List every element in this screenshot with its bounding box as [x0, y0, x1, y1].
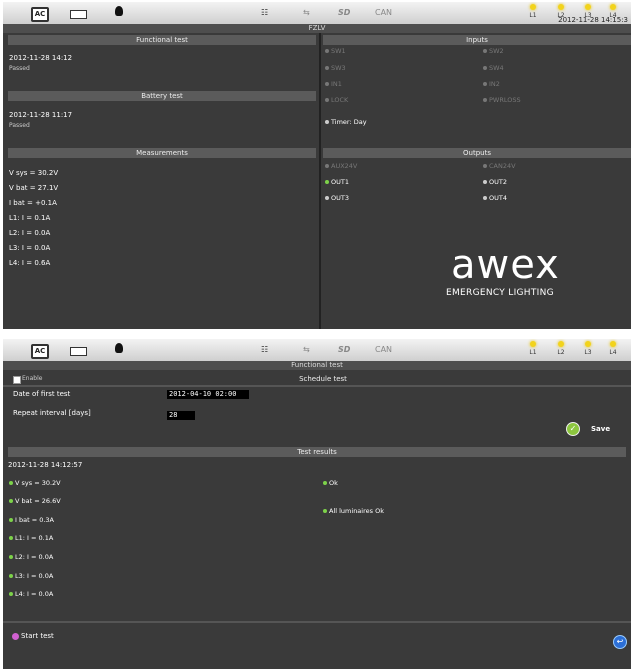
battery-test-result: Passed	[9, 122, 30, 129]
input-in2: IN2	[483, 80, 500, 88]
output-out2: OUT2	[483, 178, 507, 186]
measurement-ibat: I bat = +0.1A	[9, 199, 57, 207]
functional-test-date: 2012-11-28 14:12	[9, 54, 73, 62]
outputs-header: Outputs	[323, 148, 631, 158]
measurements-header: Measurements	[8, 148, 316, 158]
start-test-icon[interactable]	[12, 633, 19, 640]
ac-power-icon: AC	[31, 7, 49, 22]
battery-test-header[interactable]: Battery test	[8, 91, 316, 101]
divider	[319, 33, 321, 329]
bulb-icon	[115, 343, 123, 353]
schedule-test-header: Schedule test	[299, 375, 347, 383]
functional-test-screen: AC ☷ ⇆ SD CAN L1 L2 L3 L4 Functional tes…	[3, 339, 631, 669]
measurement-l4: L4: I = 0.6A	[9, 259, 51, 267]
lamp-indicator-l1: L1	[526, 4, 540, 19]
can-icon: CAN	[375, 345, 393, 354]
input-pwrloss: PWRLOSS	[483, 96, 521, 104]
measurement-l1: L1: I = 0.1A	[9, 214, 51, 222]
page-title: FZLV	[3, 24, 631, 33]
usb-icon: ⇆	[303, 345, 310, 354]
lamp-indicator-l1: L1	[526, 341, 540, 356]
input-sw4: SW4	[483, 64, 504, 72]
results-datetime: 2012-11-28 14:12:57	[8, 461, 83, 469]
can-icon: CAN	[375, 8, 393, 17]
inputs-header: Inputs	[323, 35, 631, 45]
input-sw3: SW3	[325, 64, 346, 72]
input-sw2: SW2	[483, 47, 504, 55]
network-icon: ☷	[261, 345, 269, 354]
divider	[3, 385, 631, 387]
bulb-icon	[115, 6, 123, 16]
output-out3: OUT3	[325, 194, 349, 202]
functional-test-result: Passed	[9, 65, 30, 72]
first-test-label: Date of first test	[13, 390, 71, 398]
battery-test-date: 2012-11-28 11:17	[9, 111, 73, 119]
result-ok: Ok	[323, 479, 338, 487]
page-title: Functional test	[3, 361, 631, 370]
input-lock: LOCK	[325, 96, 348, 104]
ac-power-icon: AC	[31, 344, 49, 359]
divider	[3, 621, 631, 623]
network-icon: ☷	[261, 8, 269, 17]
logo-tagline: EMERGENCY LIGHTING	[446, 288, 554, 298]
input-sw1: SW1	[325, 47, 346, 55]
sd-card-icon: SD	[338, 8, 351, 17]
output-aux24v: AUX24V	[325, 162, 357, 170]
result-vsys: V sys = 30.2V	[9, 479, 61, 487]
functional-test-header[interactable]: Functional test	[8, 35, 316, 45]
measurement-l3: L3: I = 0.0A	[9, 244, 51, 252]
usb-icon: ⇆	[303, 8, 310, 17]
input-in1: IN1	[325, 80, 342, 88]
save-button[interactable]: Save	[591, 425, 610, 433]
enable-checkbox[interactable]	[13, 376, 21, 384]
lamp-indicator-l3: L3	[581, 341, 595, 356]
result-vbat: V bat = 26.6V	[9, 497, 61, 505]
result-l3: L3: I = 0.0A	[9, 572, 53, 580]
result-l1: L1: I = 0.1A	[9, 534, 53, 542]
lamp-indicator-l2: L2	[554, 341, 568, 356]
output-out4: OUT4	[483, 194, 507, 202]
main-status-screen: AC ☷ ⇆ SD CAN L1 L2 L3 L4 2012-11-28 14:…	[3, 2, 631, 329]
clock: 2012-11-28 14:15:3	[558, 16, 628, 24]
timer-status: Timer: Day	[325, 118, 367, 126]
status-bar: AC ☷ ⇆ SD CAN L1 L2 L3 L4	[3, 339, 631, 361]
start-test-button[interactable]: Start test	[21, 632, 54, 640]
battery-icon	[70, 347, 87, 356]
battery-icon	[70, 10, 87, 19]
result-l2: L2: I = 0.0A	[9, 553, 53, 561]
measurement-vsys: V sys = 30.2V	[9, 169, 59, 177]
back-arrow-icon[interactable]: ↩	[613, 635, 627, 649]
repeat-interval-input[interactable]: 28	[167, 411, 195, 420]
output-can24v: CAN24V	[483, 162, 516, 170]
test-results-header: Test results	[8, 447, 626, 457]
result-ibat: I bat = 0.3A	[9, 516, 54, 524]
first-test-date-input[interactable]: 2012-04-10 02:00	[167, 390, 249, 399]
output-out1: OUT1	[325, 178, 349, 186]
status-bar: AC ☷ ⇆ SD CAN L1 L2 L3 L4 2012-11-28 14:…	[3, 2, 631, 24]
result-luminaires: All luminaires Ok	[323, 507, 384, 515]
lamp-indicator-l4: L4	[606, 341, 620, 356]
save-check-icon[interactable]: ✓	[566, 422, 580, 436]
sd-card-icon: SD	[338, 345, 351, 354]
measurement-l2: L2: I = 0.0A	[9, 229, 51, 237]
enable-label: Enable	[22, 375, 43, 382]
repeat-interval-label: Repeat interval [days]	[13, 409, 91, 417]
awex-logo: awex	[451, 242, 560, 288]
measurement-vbat: V bat = 27.1V	[9, 184, 59, 192]
result-l4: L4: I = 0.0A	[9, 590, 53, 598]
